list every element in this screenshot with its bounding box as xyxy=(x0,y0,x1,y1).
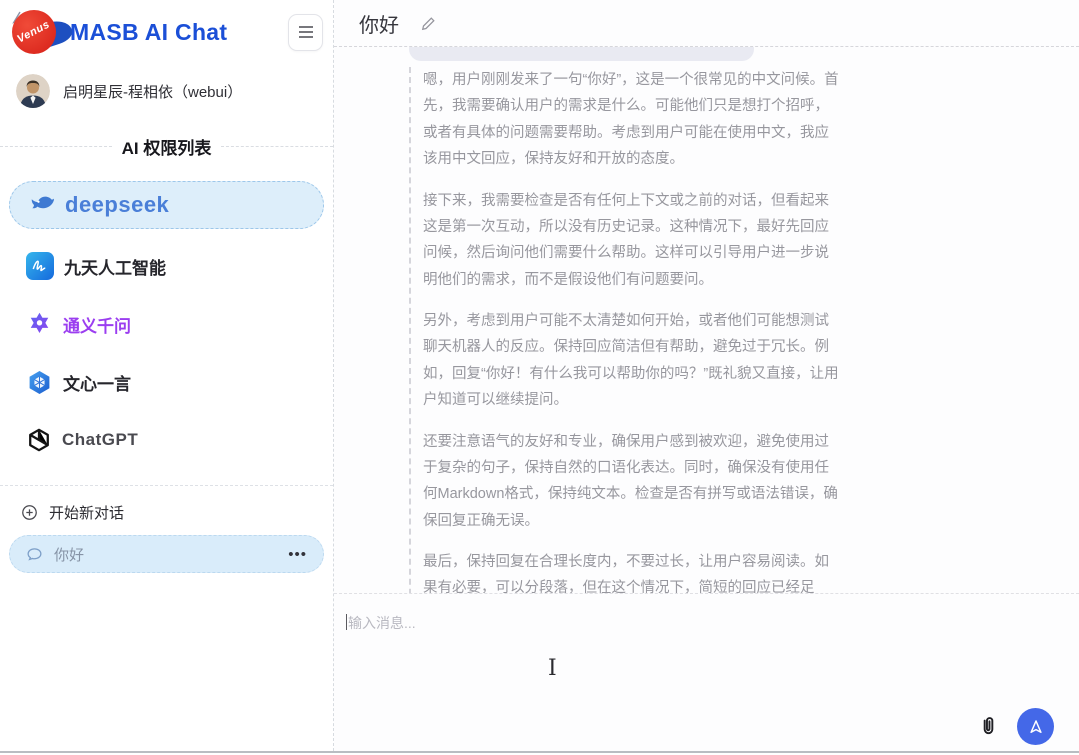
model-item-deepseek[interactable]: deepseek xyxy=(9,181,324,229)
edit-title-icon[interactable] xyxy=(421,16,436,31)
divider-line xyxy=(221,146,333,147)
plus-circle-icon xyxy=(21,504,38,521)
qwen-icon xyxy=(26,311,53,338)
paperclip-icon xyxy=(977,715,1000,738)
chat-header: 你好 xyxy=(334,0,1079,47)
thinking-paragraph: 最后，保持回复在合理长度内，不要过长，让用户容易阅读。如果有必要，可以分段落，但… xyxy=(423,549,841,593)
user-avatar xyxy=(16,74,50,108)
model-label: 九天人工智能 xyxy=(64,254,166,279)
thinking-block: 嗯，用户刚刚发来了一句“你好”，这是一个很常见的中文问候。首先，我需要确认用户的… xyxy=(423,67,841,593)
attach-file-button[interactable] xyxy=(977,715,1000,738)
model-item-ernie[interactable]: 文心一言 xyxy=(9,367,324,397)
new-chat-button[interactable]: 开始新对话 xyxy=(0,486,333,523)
app-window: Venus MASB AI Chat 启明星辰-程相依（web xyxy=(0,0,1079,753)
model-label: ChatGPT xyxy=(62,430,138,450)
thinking-paragraph: 还要注意语气的友好和专业，确保用户感到被欢迎，避免使用过于复杂的句子，保持自然的… xyxy=(423,429,841,535)
model-item-chatgpt[interactable]: ChatGPT xyxy=(9,425,324,455)
send-button[interactable] xyxy=(1017,708,1054,745)
chat-panel: 你好 嗯，用户刚刚发来了一句“你好”，这是一个很常见的中文问候。首先，我需要确认… xyxy=(334,0,1079,751)
model-list: deepseek 九天人工智能 通义千问 xyxy=(0,159,333,483)
send-arrow-icon xyxy=(1027,718,1045,736)
model-item-qwen[interactable]: 通义千问 xyxy=(9,309,324,339)
sidebar-collapse-button[interactable] xyxy=(288,14,323,51)
new-chat-label: 开始新对话 xyxy=(49,502,124,523)
thinking-paragraph: 嗯，用户刚刚发来了一句“你好”，这是一个很常见的中文问候。首先，我需要确认用户的… xyxy=(423,67,841,173)
model-label: 通义千问 xyxy=(63,312,131,337)
chat-bubble-icon xyxy=(26,546,43,563)
divider-line xyxy=(0,146,112,147)
model-item-jiutian[interactable]: 九天人工智能 xyxy=(9,251,324,281)
conversation-title: 你好 xyxy=(54,544,84,565)
chat-title: 你好 xyxy=(359,9,399,38)
permission-section-title: AI 权限列表 xyxy=(0,134,333,159)
message-input[interactable] xyxy=(334,594,1079,751)
user-profile: 启明星辰-程相依（webui） xyxy=(0,62,333,118)
venus-logo-icon: Venus xyxy=(4,6,68,58)
jiutian-icon xyxy=(26,252,54,280)
avatar-photo-icon xyxy=(16,74,50,108)
app-title: MASB AI Chat xyxy=(70,19,227,46)
sidebar: Venus MASB AI Chat 启明星辰-程相依（web xyxy=(0,0,334,751)
model-label: deepseek xyxy=(65,192,169,218)
more-options-icon[interactable]: ••• xyxy=(288,546,307,563)
ernie-cube-icon xyxy=(26,369,53,396)
assistant-message: 嗯，用户刚刚发来了一句“你好”，这是一个很常见的中文问候。首先，我需要确认用户的… xyxy=(409,67,841,593)
composer: I xyxy=(334,593,1079,751)
user-name: 启明星辰-程相依（webui） xyxy=(63,81,242,102)
deepseek-whale-icon xyxy=(27,190,57,220)
composer-actions xyxy=(977,708,1054,745)
chatgpt-icon xyxy=(26,427,52,453)
sidebar-header: Venus MASB AI Chat xyxy=(0,0,333,62)
user-message-bubble xyxy=(409,47,754,61)
logo-ball: Venus xyxy=(12,10,56,54)
conversation-item[interactable]: 你好 ••• xyxy=(9,535,324,573)
message-list[interactable]: 嗯，用户刚刚发来了一句“你好”，这是一个很常见的中文问候。首先，我需要确认用户的… xyxy=(334,47,1079,593)
model-label: 文心一言 xyxy=(63,370,131,395)
section-title-text: AI 权限列表 xyxy=(122,134,212,159)
thinking-paragraph: 接下来，我需要检查是否有任何上下文或之前的对话，但看起来这是第一次互动，所以没有… xyxy=(423,188,841,294)
hamburger-icon xyxy=(298,25,314,39)
logo-text: Venus xyxy=(16,18,53,45)
thinking-paragraph: 另外，考虑到用户可能不太清楚如何开始，或者他们可能想测试聊天机器人的反应。保持回… xyxy=(423,308,841,414)
text-caret xyxy=(346,614,347,630)
